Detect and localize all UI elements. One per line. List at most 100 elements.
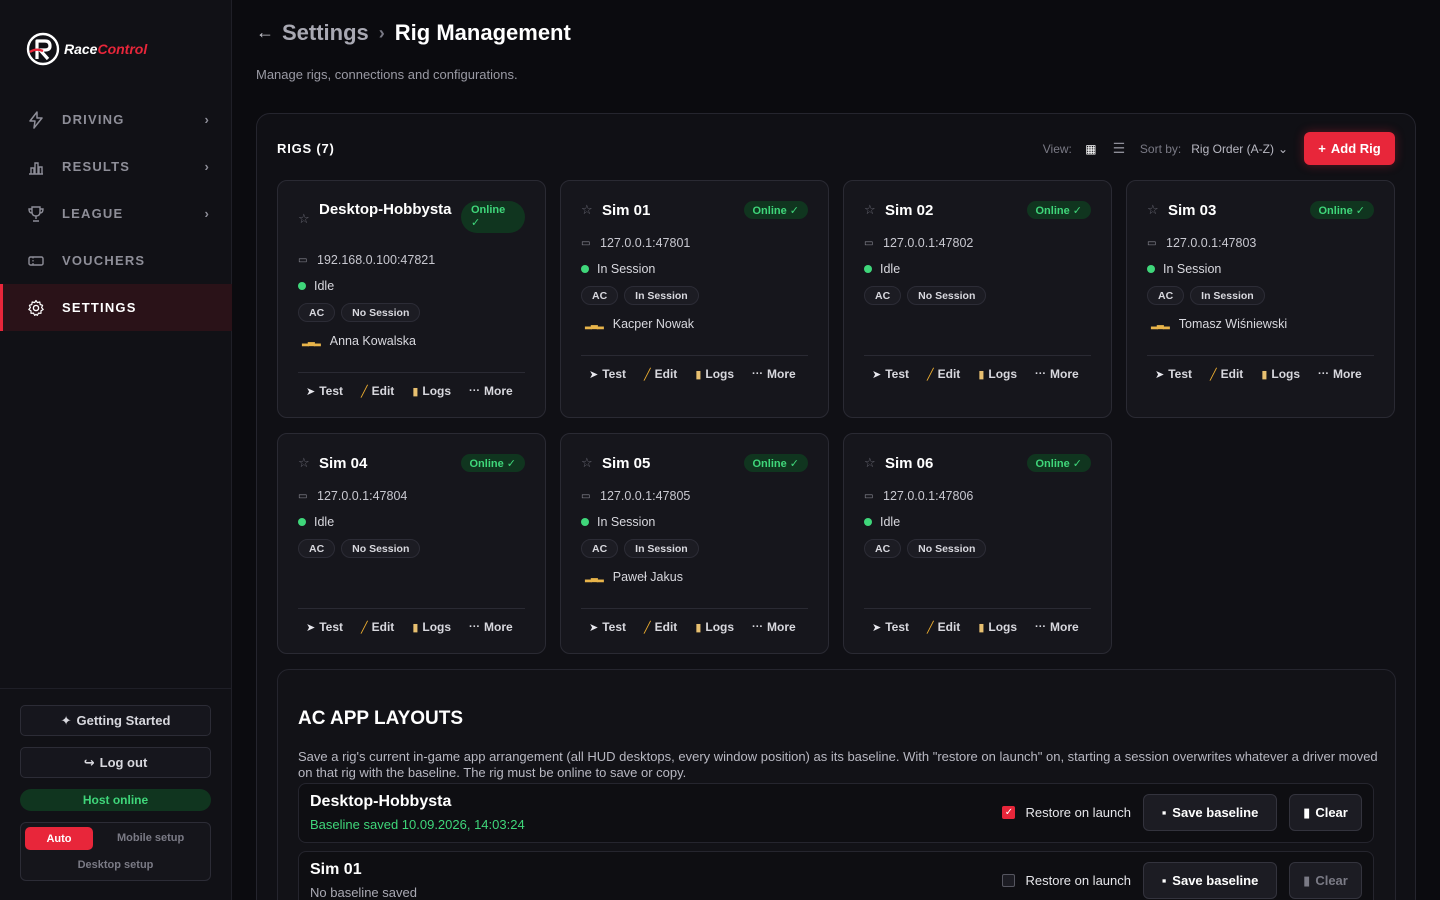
status-dot-icon (864, 518, 872, 526)
edit-button[interactable]: ╱ Edit (1210, 367, 1243, 381)
test-button[interactable]: ➤ Test (306, 384, 343, 398)
driver-icon: ▂▃▂ (585, 318, 604, 329)
test-button[interactable]: ➤ Test (589, 620, 626, 634)
test-button[interactable]: ➤ Test (872, 367, 909, 381)
brand-name: RaceControl (64, 41, 148, 57)
checkbox-icon[interactable] (1002, 874, 1016, 887)
star-icon[interactable]: ☆ (864, 455, 876, 471)
sidebar-item-settings[interactable]: SETTINGS (0, 284, 232, 331)
add-rig-button[interactable]: + Add Rig (1304, 132, 1395, 165)
star-icon[interactable]: ☆ (1147, 202, 1159, 218)
monitor-icon: ▭ (864, 490, 874, 502)
more-button[interactable]: ··· More (469, 620, 513, 634)
breadcrumb-settings[interactable]: Settings (282, 20, 369, 46)
save-baseline-button[interactable]: ▪ Save baseline (1143, 794, 1277, 831)
edit-button[interactable]: ╱ Edit (927, 367, 960, 381)
grid-view-icon[interactable]: ▦ (1082, 140, 1100, 158)
logs-button[interactable]: ▮ Logs (978, 367, 1017, 381)
clear-baseline-button[interactable]: ▮ Clear (1289, 862, 1362, 899)
status-dot-icon (1147, 265, 1155, 273)
session-tag: No Session (341, 539, 421, 558)
rig-address: ▭ 127.0.0.1:47804 (298, 489, 408, 503)
more-button[interactable]: ··· More (1035, 620, 1079, 634)
sidebar-item-label: DRIVING (62, 112, 125, 127)
rig-card[interactable]: ☆ Sim 05 Online ✓ ▭ 127.0.0.1:47805 In Sessio… (560, 433, 829, 654)
back-arrow-icon[interactable]: ← (256, 22, 274, 43)
mode-desktop-button[interactable]: Desktop setup (21, 859, 210, 871)
sidebar-item-league[interactable]: LEAGUE › (0, 190, 232, 237)
more-button[interactable]: ··· More (1035, 367, 1079, 381)
rig-card[interactable]: ☆ Sim 03 Online ✓ ▭ 127.0.0.1:47803 In Sessio… (1126, 180, 1395, 418)
more-button[interactable]: ··· More (469, 384, 513, 398)
logs-button[interactable]: ▮ Logs (412, 384, 451, 398)
more-button[interactable]: ··· More (1318, 367, 1362, 381)
rig-state: In Session (581, 262, 655, 276)
rig-card[interactable]: ☆ Sim 04 Online ✓ ▭ 127.0.0.1:47804 Idle AC No … (277, 433, 546, 654)
rig-state: Idle (298, 279, 334, 293)
star-icon[interactable]: ☆ (581, 455, 593, 471)
floppy-disk-icon: ▪ (1161, 873, 1167, 888)
edit-button[interactable]: ╱ Edit (361, 384, 394, 398)
edit-button[interactable]: ╱ Edit (644, 620, 677, 634)
sparkle-icon: ✦ (60, 712, 72, 728)
star-icon[interactable]: ☆ (298, 455, 310, 471)
sidebar-item-driving[interactable]: DRIVING › (0, 96, 232, 143)
rigs-panel: RIGS (7) View: ▦ ☰ Sort by: Rig Order (A… (256, 113, 1416, 900)
status-dot-icon (298, 518, 306, 526)
checkbox-icon[interactable]: ✓ (1002, 806, 1016, 819)
more-button[interactable]: ··· More (752, 620, 796, 634)
logs-button[interactable]: ▮ Logs (412, 620, 451, 634)
star-icon[interactable]: ☆ (298, 211, 310, 227)
mode-auto-button[interactable]: Auto (25, 827, 93, 850)
rig-card[interactable]: ☆ Sim 01 Online ✓ ▭ 127.0.0.1:47801 In Sessio… (560, 180, 829, 418)
scroll-icon: ▮ (978, 368, 985, 381)
logs-button[interactable]: ▮ Logs (978, 620, 1017, 634)
sort-select[interactable]: Rig Order (A-Z) ⌄ (1191, 142, 1288, 156)
rig-card[interactable]: ☆ Sim 02 Online ✓ ▭ 127.0.0.1:47802 Idle AC No … (843, 180, 1112, 418)
ellipsis-icon: ··· (1035, 368, 1047, 380)
logs-button[interactable]: ▮ Logs (1261, 367, 1300, 381)
sidebar-item-vouchers[interactable]: VOUCHERS (0, 237, 232, 284)
logs-button[interactable]: ▮ Logs (695, 620, 734, 634)
edit-button[interactable]: ╱ Edit (361, 620, 394, 634)
logs-button[interactable]: ▮ Logs (695, 367, 734, 381)
save-baseline-button[interactable]: ▪ Save baseline (1143, 862, 1277, 899)
pencil-icon: ╱ (361, 385, 368, 398)
rig-tags: AC In Session (1147, 286, 1265, 305)
test-button[interactable]: ➤ Test (306, 620, 343, 634)
getting-started-button[interactable]: ✦ Getting Started (20, 705, 211, 736)
star-icon[interactable]: ☆ (581, 202, 593, 218)
brand-logo[interactable]: RaceControl (26, 32, 147, 66)
restore-on-launch-toggle[interactable]: ✓ Restore on launch (1002, 805, 1131, 820)
sidebar-item-results[interactable]: RESULTS › (0, 143, 232, 190)
test-button[interactable]: ➤ Test (872, 620, 909, 634)
monitor-icon: ▭ (1147, 237, 1157, 249)
test-button[interactable]: ➤ Test (589, 367, 626, 381)
test-button[interactable]: ➤ Test (1155, 367, 1192, 381)
rig-driver: ▂▃▂ Anna Kowalska (302, 334, 416, 348)
driver-icon: ▂▃▂ (302, 335, 321, 346)
rig-address: ▭ 127.0.0.1:47803 (1147, 236, 1257, 250)
ellipsis-icon: ··· (752, 621, 764, 633)
log-out-button[interactable]: ↪ Log out (20, 747, 211, 778)
ellipsis-icon: ··· (469, 621, 481, 633)
restore-on-launch-toggle[interactable]: Restore on launch (1002, 873, 1131, 888)
ac-app-layouts-section: AC APP LAYOUTS Save a rig's current in-g… (277, 669, 1396, 900)
clear-baseline-button[interactable]: ▮ Clear (1289, 794, 1362, 831)
edit-button[interactable]: ╱ Edit (644, 367, 677, 381)
breadcrumb: Settings › Rig Management (282, 20, 571, 46)
session-tag: In Session (624, 286, 699, 305)
list-view-icon[interactable]: ☰ (1110, 140, 1128, 158)
rig-card[interactable]: ☆ Desktop-Hobbysta Online ✓ ▭ 192.168.0.100:… (277, 180, 546, 418)
game-tag: AC (864, 539, 902, 558)
star-icon[interactable]: ☆ (864, 202, 876, 218)
more-button[interactable]: ··· More (752, 367, 796, 381)
cursor-icon: ➤ (306, 385, 316, 398)
edit-button[interactable]: ╱ Edit (927, 620, 960, 634)
session-tag: In Session (1190, 286, 1265, 305)
sidebar-footer: ✦ Getting Started ↪ Log out Host online … (0, 688, 232, 900)
race-control-logo-icon (26, 32, 60, 66)
rig-state: In Session (581, 515, 655, 529)
mode-mobile-button[interactable]: Mobile setup (117, 832, 184, 844)
rig-card[interactable]: ☆ Sim 06 Online ✓ ▭ 127.0.0.1:47806 Idle AC No … (843, 433, 1112, 654)
